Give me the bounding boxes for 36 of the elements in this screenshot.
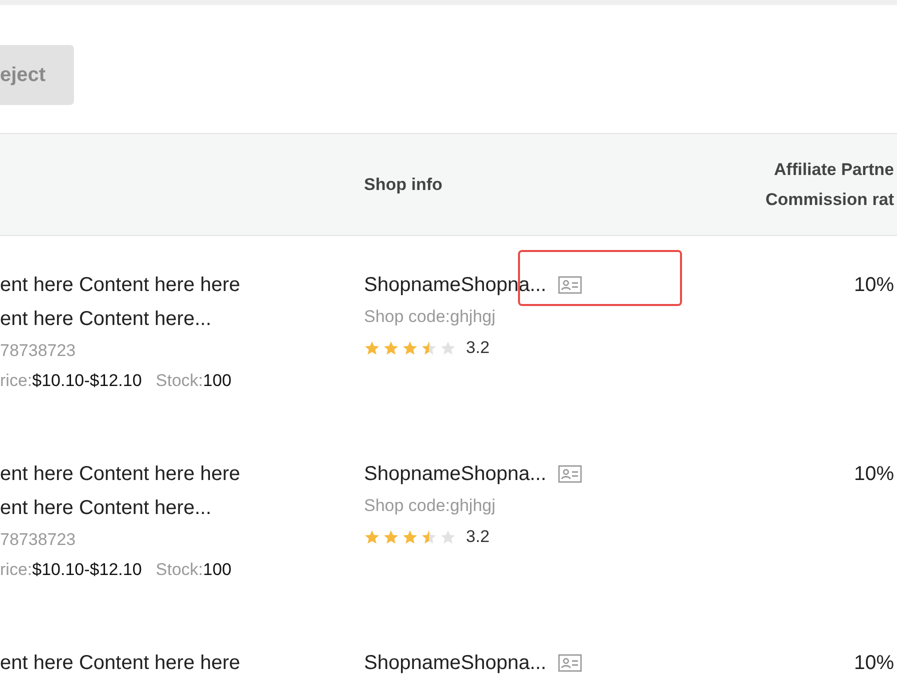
product-id: 78738723 <box>0 340 77 362</box>
star-icon <box>440 340 456 356</box>
price-text: rice:$10.10-$12.10 <box>0 370 142 392</box>
id-card-icon[interactable] <box>558 276 582 294</box>
product-title: ent here Content here... <box>0 307 212 332</box>
star-icon <box>383 529 399 545</box>
shop-name: ShopnameShopna... <box>364 651 546 676</box>
commission-rate: 10% <box>854 273 894 298</box>
id-card-icon[interactable] <box>558 465 582 483</box>
product-title: ent here Content here here <box>0 462 242 487</box>
price-text: rice:$10.10-$12.10 <box>0 559 142 581</box>
star-icon <box>421 529 437 545</box>
id-card-icon[interactable] <box>558 654 582 672</box>
column-header: Shop info <box>364 174 444 194</box>
star-icon <box>402 340 418 356</box>
rating-value: 3.2 <box>466 338 490 358</box>
rating-value: 3.2 <box>466 527 490 547</box>
column-header: Affiliate Partne <box>774 160 894 180</box>
star-icon <box>364 340 380 356</box>
star-icon <box>440 529 456 545</box>
product-title: ent here Content here here <box>0 273 242 298</box>
star-icon <box>421 340 437 356</box>
column-header: Commission rat <box>766 190 894 210</box>
commission-rate: 10% <box>854 651 894 676</box>
shop-code: Shop code:ghjhgj <box>364 306 496 328</box>
shop-code: Shop code:ghjhgj <box>364 495 496 517</box>
product-title: ent here Content here here <box>0 651 242 676</box>
star-icon <box>364 529 380 545</box>
stock-text: Stock:100 <box>156 370 232 392</box>
star-icon <box>402 529 418 545</box>
star-icon <box>383 340 399 356</box>
stock-text: Stock:100 <box>156 559 232 581</box>
product-id: 78738723 <box>0 529 77 551</box>
product-title: ent here Content here... <box>0 496 212 521</box>
commission-rate: 10% <box>854 462 894 487</box>
shop-name: ShopnameShopna... <box>364 462 546 487</box>
